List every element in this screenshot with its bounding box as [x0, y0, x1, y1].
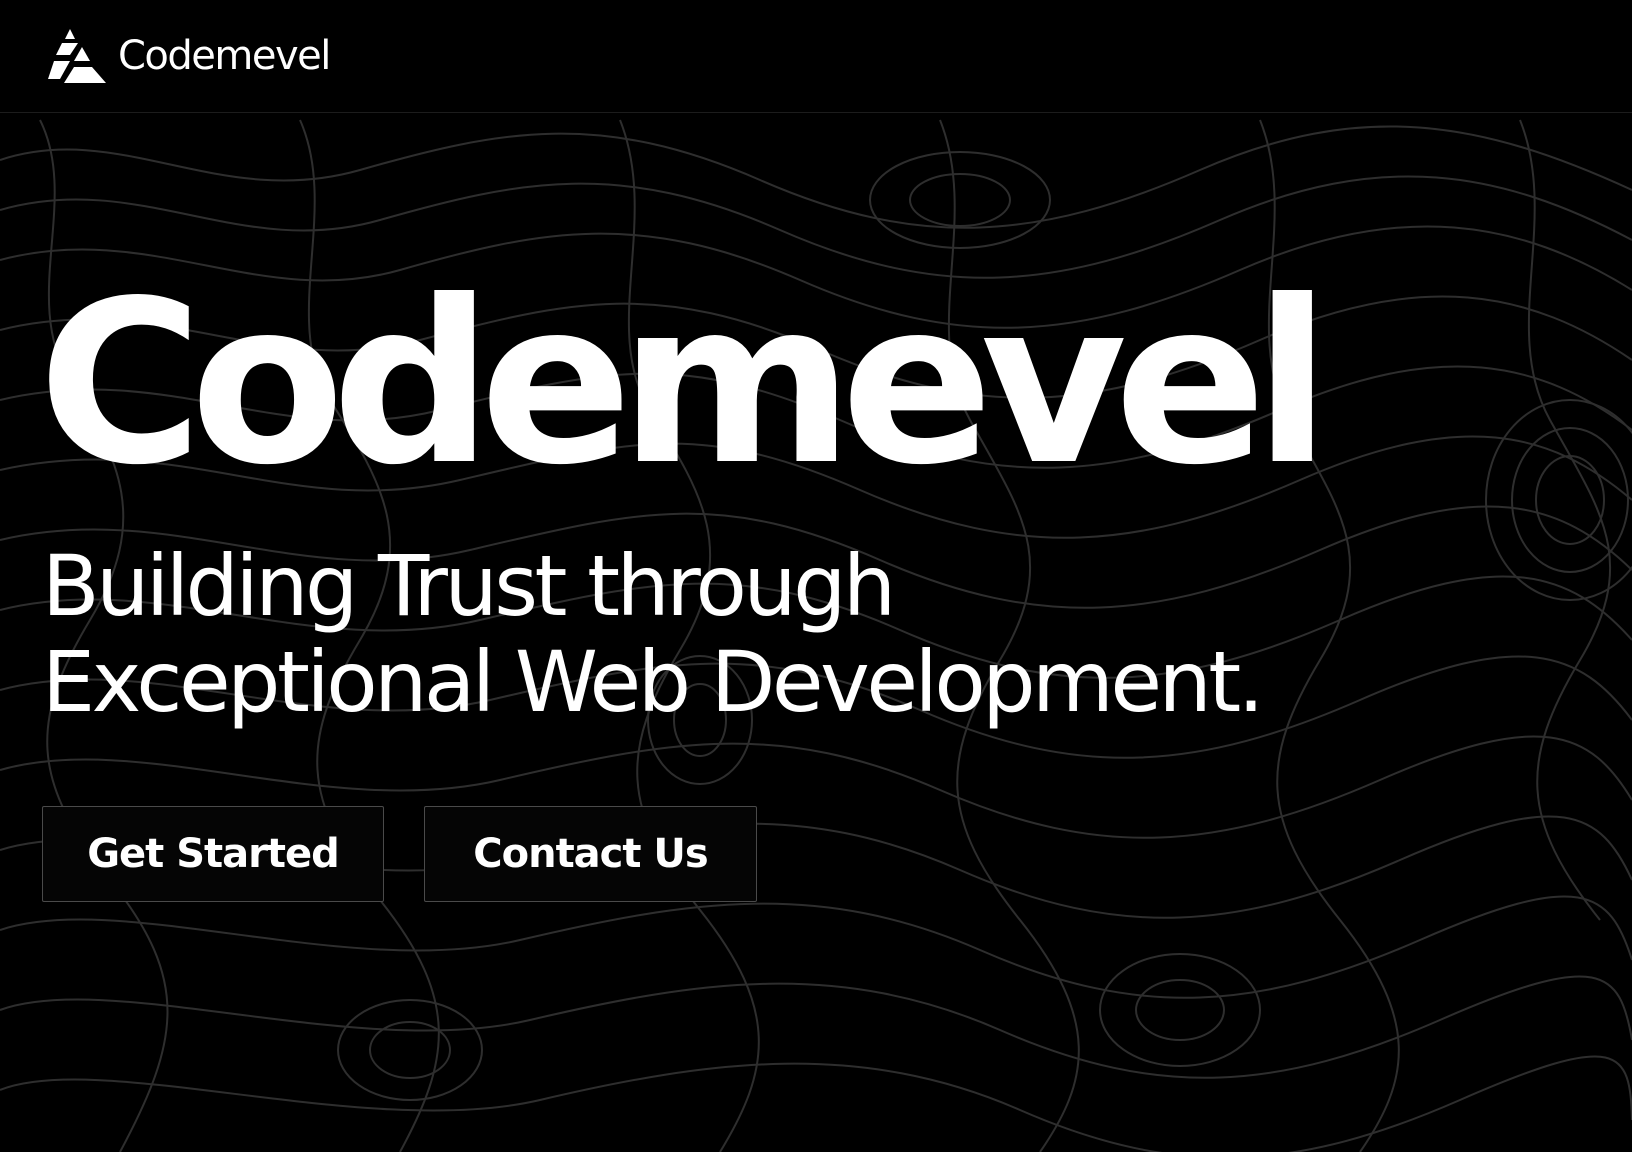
top-navbar: Codemevel — [0, 0, 1632, 113]
hero-subtitle-line-1: Building Trust through — [42, 537, 896, 635]
stacked-triangle-logo-icon — [48, 29, 106, 83]
hero-title: Codemevel — [38, 253, 1331, 515]
hero-subtitle-line-2: Exceptional Web Development. — [42, 633, 1264, 731]
get-started-button[interactable]: Get Started — [42, 806, 384, 902]
brand-logo-link[interactable]: Codemevel — [48, 26, 331, 86]
hero-section: Codemevel Building Trust through Excepti… — [0, 0, 1632, 1152]
contact-us-button[interactable]: Contact Us — [424, 806, 757, 902]
hero-subtitle: Building Trust through Exceptional Web D… — [42, 538, 1542, 730]
brand-name: Codemevel — [118, 33, 331, 79]
